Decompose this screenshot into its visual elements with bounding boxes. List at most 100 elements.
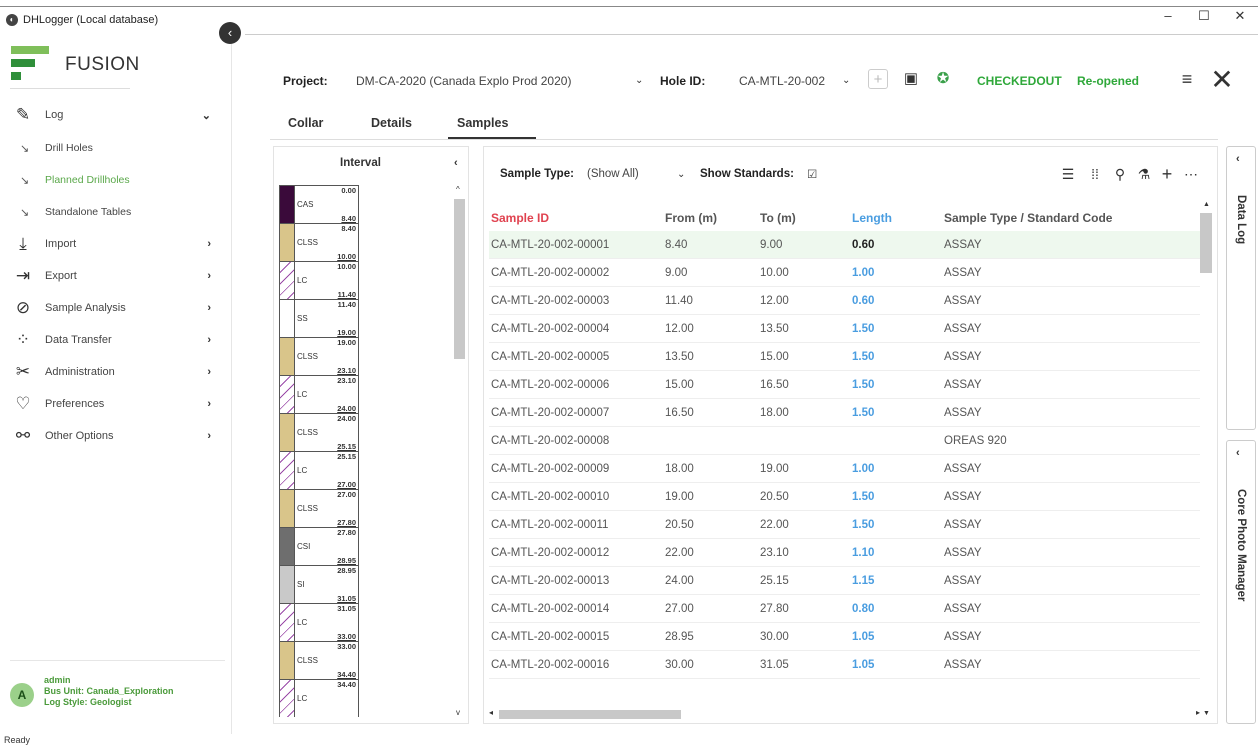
interval-block[interactable]: SS 11.40 19.00 bbox=[279, 299, 359, 337]
sample-type-select[interactable]: (Show All) bbox=[587, 168, 639, 180]
tag-icon: ⊘ bbox=[15, 298, 31, 317]
nav-preferences[interactable]: ♡ Preferences › bbox=[12, 391, 217, 417]
side-tab-core-photo-manager[interactable]: ‹ Core Photo Manager bbox=[1226, 440, 1256, 724]
tab-collar[interactable]: Collar bbox=[288, 116, 323, 130]
close-icon[interactable]: ✕ bbox=[1207, 65, 1237, 95]
table-row[interactable]: CA-MTL-20-002-00004 12.00 13.50 1.50 ASSAY bbox=[489, 315, 1200, 343]
cell-sample-type: ASSAY bbox=[944, 519, 982, 531]
col-sample-id[interactable]: Sample ID bbox=[491, 211, 549, 225]
depth-to: 27.80 bbox=[337, 518, 356, 527]
table-row[interactable]: CA-MTL-20-002-00009 18.00 19.00 1.00 ASSAY bbox=[489, 455, 1200, 483]
more-icon[interactable]: ⋯ bbox=[1181, 164, 1201, 184]
project-caret-icon[interactable]: ⌄ bbox=[635, 75, 643, 86]
grid-icon[interactable]: ⁞⁞ bbox=[1085, 164, 1105, 184]
cell-sample-type: ASSAY bbox=[944, 659, 982, 671]
interval-block[interactable]: LC 10.00 11.40 bbox=[279, 261, 359, 299]
refresh-icon[interactable]: ✪ bbox=[933, 69, 953, 89]
cell-from: 16.50 bbox=[665, 407, 694, 419]
interval-strip: CAS 0.00 8.40 CLSS 8.40 10.00 LC 10.00 11.40 SS 11… bbox=[279, 185, 359, 717]
table-row[interactable]: CA-MTL-20-002-00002 9.00 10.00 1.00 ASSAY bbox=[489, 259, 1200, 287]
collapse-sidebar-button[interactable]: ‹ bbox=[219, 22, 241, 44]
table-row[interactable]: CA-MTL-20-002-00005 13.50 15.00 1.50 ASSAY bbox=[489, 343, 1200, 371]
cell-length: 1.50 bbox=[852, 379, 875, 391]
table-row[interactable]: CA-MTL-20-002-00016 30.00 31.05 1.05 ASSAY bbox=[489, 651, 1200, 679]
nav-sample-analysis[interactable]: ⊘ Sample Analysis › bbox=[12, 295, 217, 321]
sample-type-caret-icon[interactable]: ⌄ bbox=[677, 169, 685, 180]
save-icon[interactable]: ▣ bbox=[901, 69, 921, 89]
interval-block[interactable]: SI 28.95 31.05 bbox=[279, 565, 359, 603]
maximize-button[interactable]: ☐ bbox=[1186, 8, 1222, 24]
cell-sample-type: OREAS 920 bbox=[944, 435, 1007, 447]
col-to[interactable]: To (m) bbox=[760, 211, 796, 225]
cell-from: 20.50 bbox=[665, 519, 694, 531]
depth-from: 8.40 bbox=[341, 224, 356, 233]
table-row[interactable]: CA-MTL-20-002-00013 24.00 25.15 1.15 ASSAY bbox=[489, 567, 1200, 595]
chevron-right-icon: › bbox=[207, 430, 211, 442]
col-sample-type[interactable]: Sample Type / Standard Code bbox=[944, 211, 1112, 225]
table-row[interactable]: CA-MTL-20-002-00003 11.40 12.00 0.60 ASSAY bbox=[489, 287, 1200, 315]
grid-horizontal-scrollbar[interactable]: ◂ ▸ bbox=[489, 708, 1200, 720]
table-row[interactable]: CA-MTL-20-002-00010 19.00 20.50 1.50 ASSAY bbox=[489, 483, 1200, 511]
checkout-status: CHECKEDOUT bbox=[977, 74, 1062, 88]
lithology-swatch bbox=[280, 300, 295, 337]
interval-block[interactable]: CLSS 27.00 27.80 bbox=[279, 489, 359, 527]
table-row[interactable]: CA-MTL-20-002-00011 20.50 22.00 1.50 ASSAY bbox=[489, 511, 1200, 539]
interval-block[interactable]: CLSS 19.00 23.10 bbox=[279, 337, 359, 375]
table-row[interactable]: CA-MTL-20-002-00007 16.50 18.00 1.50 ASSAY bbox=[489, 399, 1200, 427]
table-row[interactable]: CA-MTL-20-002-00006 15.00 16.50 1.50 ASSAY bbox=[489, 371, 1200, 399]
project-select[interactable]: DM-CA-2020 (Canada Explo Prod 2020) bbox=[356, 74, 571, 88]
interval-block[interactable]: CAS 0.00 8.40 bbox=[279, 185, 359, 223]
interval-block[interactable]: CSI 27.80 28.95 bbox=[279, 527, 359, 565]
avatar[interactable]: A bbox=[10, 683, 34, 707]
flask-icon[interactable]: ⚗ bbox=[1134, 164, 1154, 184]
cell-sample-id: CA-MTL-20-002-00002 bbox=[491, 267, 610, 279]
interval-block[interactable]: CLSS 8.40 10.00 bbox=[279, 223, 359, 261]
cell-to: 16.50 bbox=[760, 379, 789, 391]
grid-vertical-scrollbar[interactable]: ▲ ▼ bbox=[1200, 201, 1212, 717]
arrow-right-icon: ↘ bbox=[20, 206, 30, 219]
nav-log[interactable]: ✎ Log ⌄ bbox=[12, 102, 217, 128]
hole-caret-icon[interactable]: ⌄ bbox=[842, 75, 850, 86]
nav-planned-drillholes[interactable]: ↘ Planned Drillholes bbox=[20, 169, 130, 191]
cell-from: 12.00 bbox=[665, 323, 694, 335]
interval-block[interactable]: LC 34.40 bbox=[279, 679, 359, 717]
nav-import[interactable]: ⤓ Import › bbox=[12, 231, 217, 257]
table-row[interactable]: CA-MTL-20-002-00014 27.00 27.80 0.80 ASSAY bbox=[489, 595, 1200, 623]
interval-block[interactable]: LC 31.05 33.00 bbox=[279, 603, 359, 641]
interval-block[interactable]: CLSS 33.00 34.40 bbox=[279, 641, 359, 679]
cell-to: 10.00 bbox=[760, 267, 789, 279]
interval-scrollbar[interactable]: ^ v bbox=[454, 185, 465, 717]
hole-id-select[interactable]: CA-MTL-20-002 bbox=[739, 74, 825, 88]
tab-samples[interactable]: Samples bbox=[457, 116, 508, 130]
menu-icon[interactable]: ≡ bbox=[1173, 69, 1201, 89]
table-row[interactable]: CA-MTL-20-002-00012 22.00 23.10 1.10 ASSAY bbox=[489, 539, 1200, 567]
nav-administration[interactable]: ✂ Administration › bbox=[12, 359, 217, 385]
side-tab-data-log[interactable]: ‹ Data Log bbox=[1226, 146, 1256, 430]
chevron-right-icon: › bbox=[207, 366, 211, 378]
minimize-button[interactable]: – bbox=[1150, 8, 1186, 24]
interval-block[interactable]: LC 25.15 27.00 bbox=[279, 451, 359, 489]
table-row[interactable]: CA-MTL-20-002-00015 28.95 30.00 1.05 ASSAY bbox=[489, 623, 1200, 651]
add-icon[interactable]: + bbox=[868, 69, 888, 89]
nav-standalone-tables[interactable]: ↘ Standalone Tables bbox=[20, 201, 131, 223]
tab-details[interactable]: Details bbox=[371, 116, 412, 130]
interval-block[interactable]: CLSS 24.00 25.15 bbox=[279, 413, 359, 451]
chevron-left-icon[interactable]: ‹ bbox=[454, 157, 458, 169]
col-length[interactable]: Length bbox=[852, 211, 892, 225]
checklist-icon[interactable]: ☰ bbox=[1058, 164, 1078, 184]
add-sample-icon[interactable]: + bbox=[1157, 164, 1177, 184]
spinner-icon: ⁘ bbox=[15, 330, 31, 349]
nav-drill-holes[interactable]: ↘ Drill Holes bbox=[20, 137, 93, 159]
interval-block[interactable]: LC 23.10 24.00 bbox=[279, 375, 359, 413]
lithology-code: LC bbox=[297, 694, 308, 703]
table-row[interactable]: CA-MTL-20-002-00001 8.40 9.00 0.60 ASSAY bbox=[489, 231, 1200, 259]
table-row[interactable]: CA-MTL-20-002-00008 OREAS 920 bbox=[489, 427, 1200, 455]
close-window-button[interactable]: ✕ bbox=[1222, 8, 1258, 24]
col-from[interactable]: From (m) bbox=[665, 211, 717, 225]
show-standards-checkbox[interactable]: ☑ bbox=[807, 167, 817, 181]
nav-export[interactable]: ⇥ Export › bbox=[12, 263, 217, 289]
depth-to: 19.00 bbox=[337, 328, 356, 337]
nav-data-transfer[interactable]: ⁘ Data Transfer › bbox=[12, 327, 217, 353]
nav-other-options[interactable]: ⚯ Other Options › bbox=[12, 423, 217, 449]
microscope-icon[interactable]: ⚲ bbox=[1110, 164, 1130, 184]
